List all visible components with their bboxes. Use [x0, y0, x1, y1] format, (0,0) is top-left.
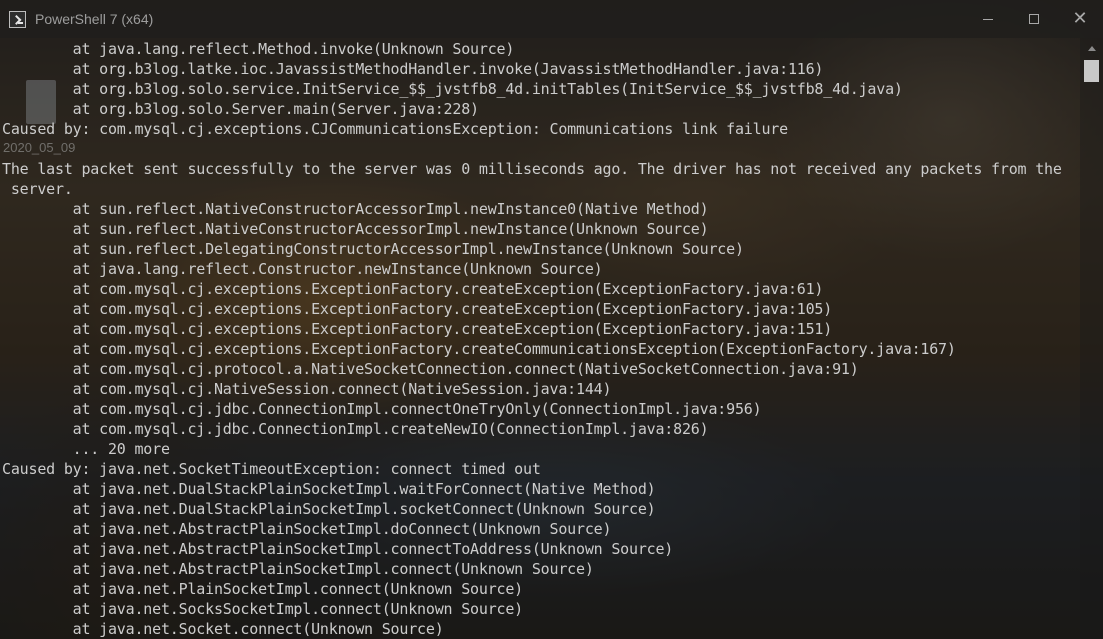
- terminal-line: at java.net.Socket.connect(Unknown Sourc…: [2, 620, 444, 638]
- terminal-line: at java.lang.reflect.Method.invoke(Unkno…: [2, 40, 515, 58]
- terminal-line: at sun.reflect.NativeConstructorAccessor…: [2, 200, 709, 218]
- terminal-lines: at java.lang.reflect.Method.invoke(Unkno…: [2, 39, 1062, 639]
- terminal-line: at java.lang.reflect.Constructor.newInst…: [2, 260, 603, 278]
- terminal-line: at com.mysql.cj.exceptions.ExceptionFact…: [2, 320, 833, 338]
- terminal-line: at com.mysql.cj.exceptions.ExceptionFact…: [2, 340, 956, 358]
- terminal-line: The last packet sent successfully to the…: [2, 160, 1062, 178]
- window-title: PowerShell 7 (x64): [35, 11, 154, 27]
- terminal-output[interactable]: at java.lang.reflect.Method.invoke(Unkno…: [0, 38, 1080, 639]
- terminal-line: at com.mysql.cj.jdbc.ConnectionImpl.conn…: [2, 400, 762, 418]
- terminal-line: Caused by: java.net.SocketTimeoutExcepti…: [2, 460, 541, 478]
- terminal-line: at java.net.AbstractPlainSocketImpl.conn…: [2, 560, 594, 578]
- powershell-icon[interactable]: [9, 10, 26, 28]
- terminal-line: at java.net.DualStackPlainSocketImpl.soc…: [2, 500, 656, 518]
- terminal-line: at sun.reflect.NativeConstructorAccessor…: [2, 220, 709, 238]
- powershell-window: 2020_05_09 PowerShell 7 (x64) ✕ at java.…: [0, 0, 1103, 639]
- terminal-line: at com.mysql.cj.exceptions.ExceptionFact…: [2, 300, 833, 318]
- terminal-line: at java.net.SocksSocketImpl.connect(Unkn…: [2, 600, 524, 618]
- maximize-icon: [1029, 14, 1039, 24]
- terminal-line: at org.b3log.solo.service.InitService_$$…: [2, 80, 903, 98]
- terminal-line: at java.net.PlainSocketImpl.connect(Unkn…: [2, 580, 524, 598]
- terminal-line: at com.mysql.cj.jdbc.ConnectionImpl.crea…: [2, 420, 709, 438]
- terminal-line: at org.b3log.latke.ioc.JavassistMethodHa…: [2, 60, 824, 78]
- terminal-line: server.: [2, 180, 73, 198]
- minimize-icon: [983, 18, 993, 20]
- terminal-line: at com.mysql.cj.NativeSession.connect(Na…: [2, 380, 612, 398]
- title-bar[interactable]: PowerShell 7 (x64) ✕: [0, 0, 1103, 38]
- terminal-line: Caused by: com.mysql.cj.exceptions.CJCom…: [2, 120, 788, 138]
- scroll-up-arrow-icon[interactable]: [1080, 40, 1103, 56]
- terminal-line: at com.mysql.cj.exceptions.ExceptionFact…: [2, 280, 824, 298]
- terminal-line: at java.net.AbstractPlainSocketImpl.conn…: [2, 540, 674, 558]
- window-controls: ✕: [965, 0, 1103, 38]
- terminal-line: at java.net.DualStackPlainSocketImpl.wai…: [2, 480, 656, 498]
- terminal-line: at org.b3log.solo.Server.main(Server.jav…: [2, 100, 479, 118]
- vertical-scrollbar[interactable]: [1080, 38, 1103, 639]
- scrollbar-thumb[interactable]: [1084, 60, 1099, 82]
- terminal-line: at java.net.AbstractPlainSocketImpl.doCo…: [2, 520, 612, 538]
- terminal-line: ... 20 more: [2, 440, 170, 458]
- close-button[interactable]: ✕: [1057, 0, 1103, 38]
- minimize-button[interactable]: [965, 0, 1011, 38]
- maximize-button[interactable]: [1011, 0, 1057, 38]
- terminal-line: at com.mysql.cj.protocol.a.NativeSocketC…: [2, 360, 859, 378]
- close-icon: ✕: [1072, 8, 1088, 29]
- terminal-line: at sun.reflect.DelegatingConstructorAcce…: [2, 240, 744, 258]
